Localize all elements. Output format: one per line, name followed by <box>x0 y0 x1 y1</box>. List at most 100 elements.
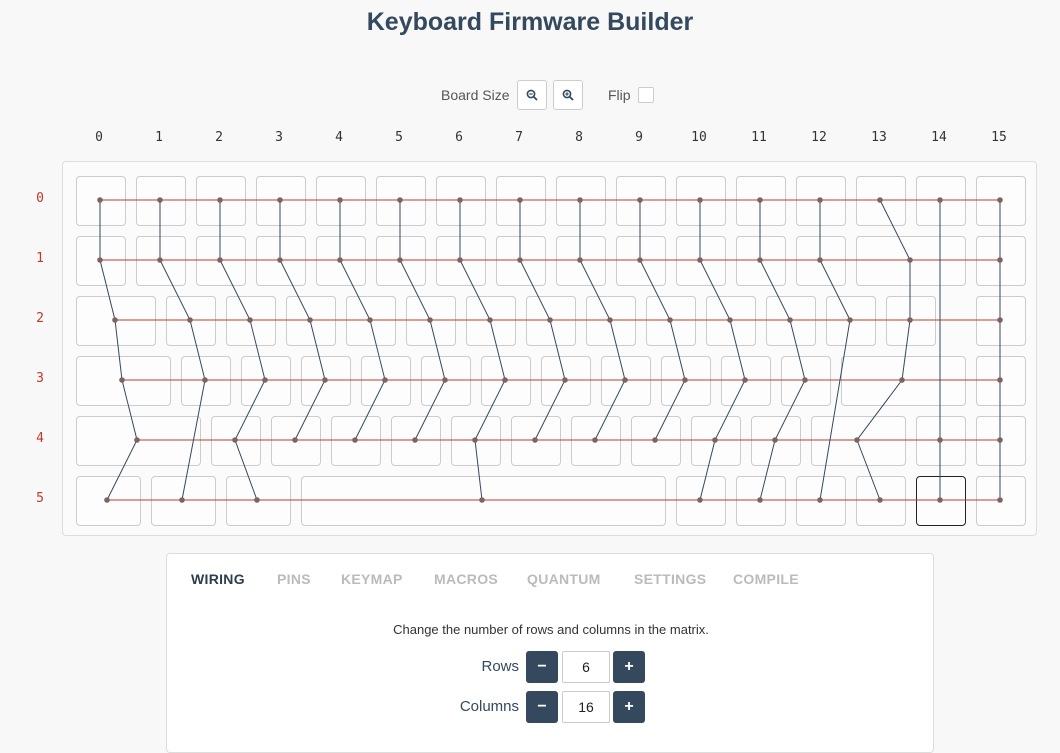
key[interactable] <box>631 416 681 466</box>
zoom-out-button[interactable] <box>517 80 547 110</box>
key[interactable] <box>316 236 366 286</box>
tab-settings[interactable]: SETTINGS <box>634 571 706 587</box>
key[interactable] <box>541 356 591 406</box>
tab-pins[interactable]: PINS <box>277 571 311 587</box>
key[interactable] <box>571 416 621 466</box>
rows-value[interactable]: 6 <box>562 651 610 683</box>
key[interactable] <box>676 176 726 226</box>
key[interactable] <box>271 416 321 466</box>
key[interactable] <box>661 356 711 406</box>
key[interactable] <box>451 416 501 466</box>
key[interactable] <box>976 236 1026 286</box>
key[interactable] <box>286 296 336 346</box>
zoom-in-button[interactable] <box>553 80 583 110</box>
key[interactable] <box>76 176 126 226</box>
key[interactable] <box>436 236 486 286</box>
key[interactable] <box>346 296 396 346</box>
key[interactable] <box>796 476 846 526</box>
key[interactable] <box>391 416 441 466</box>
key[interactable] <box>256 236 306 286</box>
key[interactable] <box>196 236 246 286</box>
key[interactable] <box>556 236 606 286</box>
key[interactable] <box>376 176 426 226</box>
key[interactable] <box>916 476 966 526</box>
key[interactable] <box>76 356 171 406</box>
key[interactable] <box>166 296 216 346</box>
key[interactable] <box>736 476 786 526</box>
key[interactable] <box>256 176 306 226</box>
key[interactable] <box>496 176 546 226</box>
key[interactable] <box>796 176 846 226</box>
key[interactable] <box>676 476 726 526</box>
rows-increment-button[interactable]: + <box>613 651 645 683</box>
tab-compile[interactable]: COMPILE <box>733 571 799 587</box>
key[interactable] <box>721 356 771 406</box>
key[interactable] <box>361 356 411 406</box>
key[interactable] <box>751 416 801 466</box>
key[interactable] <box>976 296 1026 346</box>
key[interactable] <box>301 476 666 526</box>
key[interactable] <box>691 416 741 466</box>
key[interactable] <box>466 296 516 346</box>
key[interactable] <box>856 476 906 526</box>
key[interactable] <box>886 296 936 346</box>
key[interactable] <box>436 176 486 226</box>
tab-macros[interactable]: MACROS <box>434 571 498 587</box>
key[interactable] <box>856 236 966 286</box>
key[interactable] <box>796 236 846 286</box>
key[interactable] <box>616 176 666 226</box>
key[interactable] <box>556 176 606 226</box>
key[interactable] <box>226 296 276 346</box>
key[interactable] <box>76 296 156 346</box>
key[interactable] <box>586 296 636 346</box>
key[interactable] <box>736 236 786 286</box>
rows-decrement-button[interactable]: − <box>526 651 558 683</box>
key[interactable] <box>211 416 261 466</box>
key[interactable] <box>916 416 966 466</box>
key[interactable] <box>766 296 816 346</box>
key[interactable] <box>136 176 186 226</box>
key[interactable] <box>241 356 291 406</box>
key[interactable] <box>76 236 126 286</box>
key[interactable] <box>976 356 1026 406</box>
flip-checkbox[interactable] <box>638 87 654 103</box>
columns-decrement-button[interactable]: − <box>526 691 558 723</box>
key[interactable] <box>646 296 696 346</box>
key[interactable] <box>151 476 216 526</box>
key[interactable] <box>406 296 456 346</box>
tab-keymap[interactable]: KEYMAP <box>341 571 403 587</box>
key[interactable] <box>316 176 366 226</box>
key[interactable] <box>526 296 576 346</box>
key[interactable] <box>196 176 246 226</box>
key[interactable] <box>736 176 786 226</box>
key[interactable] <box>481 356 531 406</box>
key[interactable] <box>616 236 666 286</box>
tab-quantum[interactable]: QUANTUM <box>527 571 601 587</box>
key[interactable] <box>841 356 966 406</box>
key[interactable] <box>421 356 471 406</box>
key[interactable] <box>331 416 381 466</box>
key[interactable] <box>706 296 756 346</box>
key[interactable] <box>676 236 726 286</box>
key[interactable] <box>181 356 231 406</box>
key[interactable] <box>811 416 906 466</box>
tab-wiring[interactable]: WIRING <box>191 571 245 587</box>
key[interactable] <box>496 236 546 286</box>
key[interactable] <box>76 476 141 526</box>
key[interactable] <box>226 476 291 526</box>
key[interactable] <box>826 296 876 346</box>
key[interactable] <box>856 176 906 226</box>
key[interactable] <box>76 416 201 466</box>
key[interactable] <box>136 236 186 286</box>
key[interactable] <box>301 356 351 406</box>
key[interactable] <box>511 416 561 466</box>
key[interactable] <box>976 476 1026 526</box>
key[interactable] <box>916 176 966 226</box>
key[interactable] <box>601 356 651 406</box>
columns-increment-button[interactable]: + <box>613 691 645 723</box>
key[interactable] <box>781 356 831 406</box>
columns-value[interactable]: 16 <box>562 691 610 723</box>
key[interactable] <box>976 416 1026 466</box>
key[interactable] <box>376 236 426 286</box>
key[interactable] <box>976 176 1026 226</box>
